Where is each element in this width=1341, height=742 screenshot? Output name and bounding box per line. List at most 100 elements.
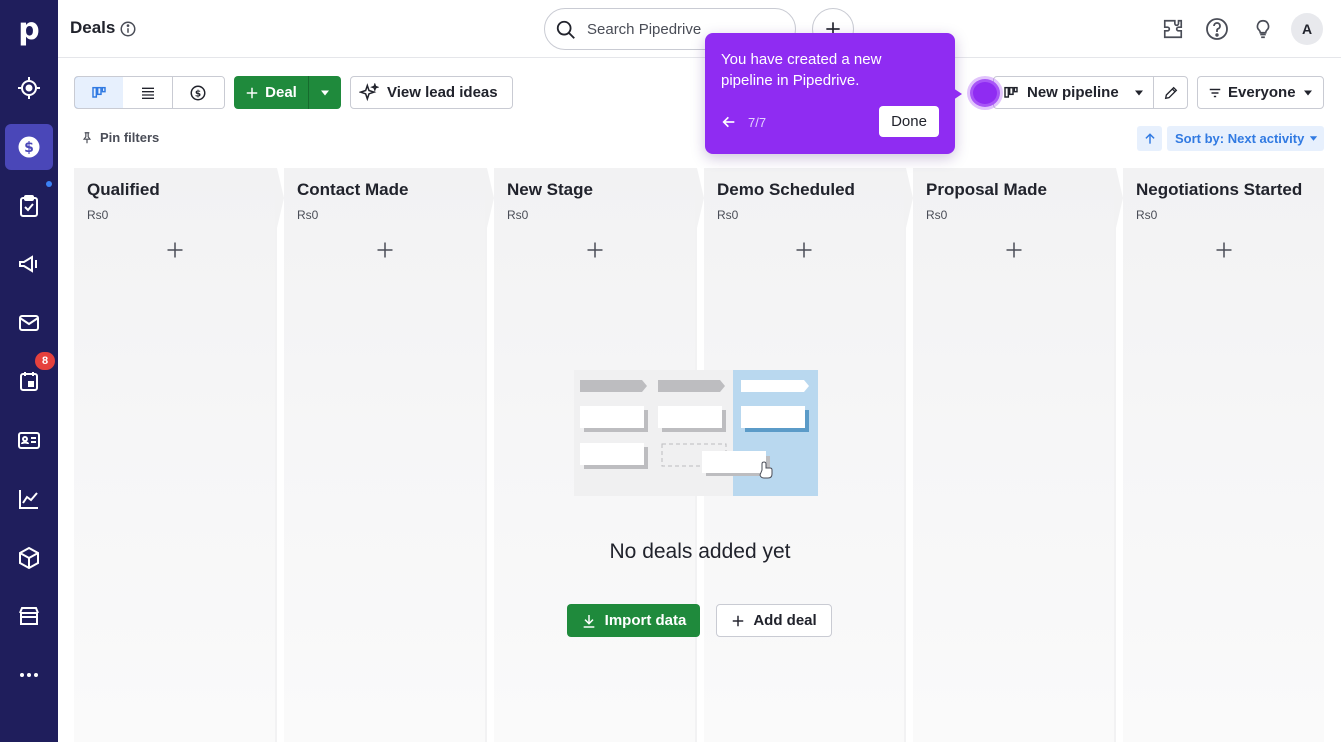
forecast-view-button[interactable]: $ (173, 77, 223, 108)
pipedrive-logo[interactable]: p (0, 0, 58, 58)
stage-name: New Stage (507, 180, 593, 199)
contacts-icon[interactable] (5, 417, 53, 463)
stage-column: Qualified Rs0 (74, 168, 275, 742)
svg-text:$: $ (195, 89, 201, 99)
deals-icon[interactable]: $ (5, 124, 53, 170)
add-deal-to-stage-icon[interactable] (165, 240, 185, 260)
pipeline-select-label: New pipeline (1027, 84, 1119, 101)
arrow-left-icon[interactable] (721, 114, 737, 130)
stage-name: Proposal Made (926, 180, 1047, 199)
caret-down-icon (321, 90, 329, 95)
plus-icon (246, 87, 258, 98)
import-data-button[interactable]: Import data (567, 604, 700, 637)
empty-state-message: No deals added yet (609, 540, 791, 563)
stage-name: Qualified (87, 180, 160, 199)
stage-amount: Rs0 (507, 208, 529, 222)
caret-down-icon (1310, 136, 1318, 141)
pipeline-icon (92, 86, 106, 98)
calendar-badge: 8 (35, 352, 55, 370)
view-lead-ideas-label: View lead ideas (387, 84, 498, 101)
sparkle-icon (359, 82, 379, 101)
empty-add-deal-label: Add deal (753, 612, 817, 629)
stage-header: Proposal Made Rs0 (913, 168, 1114, 228)
stage-header: New Stage Rs0 (494, 168, 695, 228)
sort-by-select[interactable]: Sort by: Next activity (1167, 126, 1324, 151)
more-icon[interactable] (5, 652, 53, 698)
pin-filters-button[interactable]: Pin filters (80, 130, 159, 145)
extensions-icon[interactable] (1160, 16, 1186, 42)
list-view-button[interactable] (123, 77, 173, 108)
stage-header: Negotiations Started Rs0 (1123, 168, 1324, 228)
add-deal-to-stage-icon[interactable] (1214, 240, 1234, 260)
empty-add-deal-button[interactable]: Add deal (716, 604, 832, 637)
arrow-up-icon (1144, 132, 1155, 144)
owner-filter-label: Everyone (1228, 84, 1296, 101)
stage-divider (904, 168, 913, 742)
stage-name: Contact Made (297, 180, 409, 199)
help-icon[interactable] (1204, 16, 1230, 42)
avatar[interactable]: A (1291, 13, 1323, 45)
stage-header: Contact Made Rs0 (284, 168, 485, 228)
tooltip-step-counter: 7/7 (748, 115, 767, 130)
add-deal-to-stage-icon[interactable] (375, 240, 395, 260)
stage-name: Negotiations Started (1136, 180, 1303, 199)
pin-icon (82, 131, 92, 143)
svg-text:$: $ (24, 140, 34, 156)
search-icon (556, 20, 575, 39)
plus-icon (733, 615, 744, 626)
stage-amount: Rs0 (926, 208, 948, 222)
tooltip-done-button[interactable]: Done (879, 106, 939, 137)
page-title: Deals (70, 18, 116, 37)
add-deal-button[interactable]: Deal (234, 76, 308, 109)
caret-down-icon (1135, 90, 1143, 95)
list-icon (141, 87, 154, 99)
pipeline-icon (1004, 86, 1018, 98)
tooltip-pointer (950, 86, 962, 102)
caret-down-icon (1304, 90, 1312, 95)
forecast-icon: $ (190, 85, 206, 100)
stage-amount: Rs0 (1136, 208, 1158, 222)
view-lead-ideas-button[interactable]: View lead ideas (350, 76, 513, 109)
sort-direction-button[interactable] (1137, 126, 1162, 151)
stage-amount: Rs0 (717, 208, 739, 222)
insights-icon[interactable] (5, 476, 53, 522)
sort-by-label: Sort by: Next activity (1175, 131, 1305, 146)
stage-column: Proposal Made Rs0 (913, 168, 1114, 742)
onboarding-beacon[interactable] (970, 79, 1000, 107)
stage-amount: Rs0 (87, 208, 109, 222)
add-deal-menu-button[interactable] (308, 76, 341, 109)
stage-header: Demo Scheduled Rs0 (704, 168, 904, 228)
add-deal-to-stage-icon[interactable] (794, 240, 814, 260)
stage-column: Negotiations Started Rs0 (1123, 168, 1324, 742)
view-switcher: $ (74, 76, 225, 109)
pin-filters-label: Pin filters (100, 130, 160, 145)
add-deal-label: Deal (265, 84, 297, 101)
pipeline-select[interactable]: New pipeline (993, 76, 1154, 109)
tooltip-text: You have created a new pipeline in Piped… (721, 51, 882, 89)
top-header: Deals A (58, 0, 1341, 58)
marketplace-icon[interactable] (5, 593, 53, 639)
stage-divider (275, 168, 284, 742)
target-icon[interactable] (5, 65, 53, 111)
owner-filter-select[interactable]: Everyone (1197, 76, 1324, 109)
add-deal-to-stage-icon[interactable] (585, 240, 605, 260)
add-deal-to-stage-icon[interactable] (1004, 240, 1024, 260)
stage-divider (1114, 168, 1123, 742)
filter-icon (1209, 88, 1221, 97)
pencil-icon (1164, 86, 1177, 99)
stage-name: Demo Scheduled (717, 180, 855, 199)
campaigns-icon[interactable] (5, 241, 53, 287)
lightbulb-icon[interactable] (1250, 16, 1276, 42)
products-icon[interactable] (5, 535, 53, 581)
mail-icon[interactable] (5, 300, 53, 346)
pipeline-view-button[interactable] (75, 77, 124, 108)
stage-header: Qualified Rs0 (74, 168, 275, 228)
download-icon (583, 614, 594, 628)
stage-divider (485, 168, 494, 742)
activities-icon[interactable] (5, 183, 53, 229)
stage-amount: Rs0 (297, 208, 319, 222)
edit-pipeline-button[interactable] (1153, 76, 1188, 109)
sidebar: p $ 8 (0, 0, 58, 742)
info-icon[interactable] (119, 20, 137, 38)
stage-column: Contact Made Rs0 (284, 168, 485, 742)
